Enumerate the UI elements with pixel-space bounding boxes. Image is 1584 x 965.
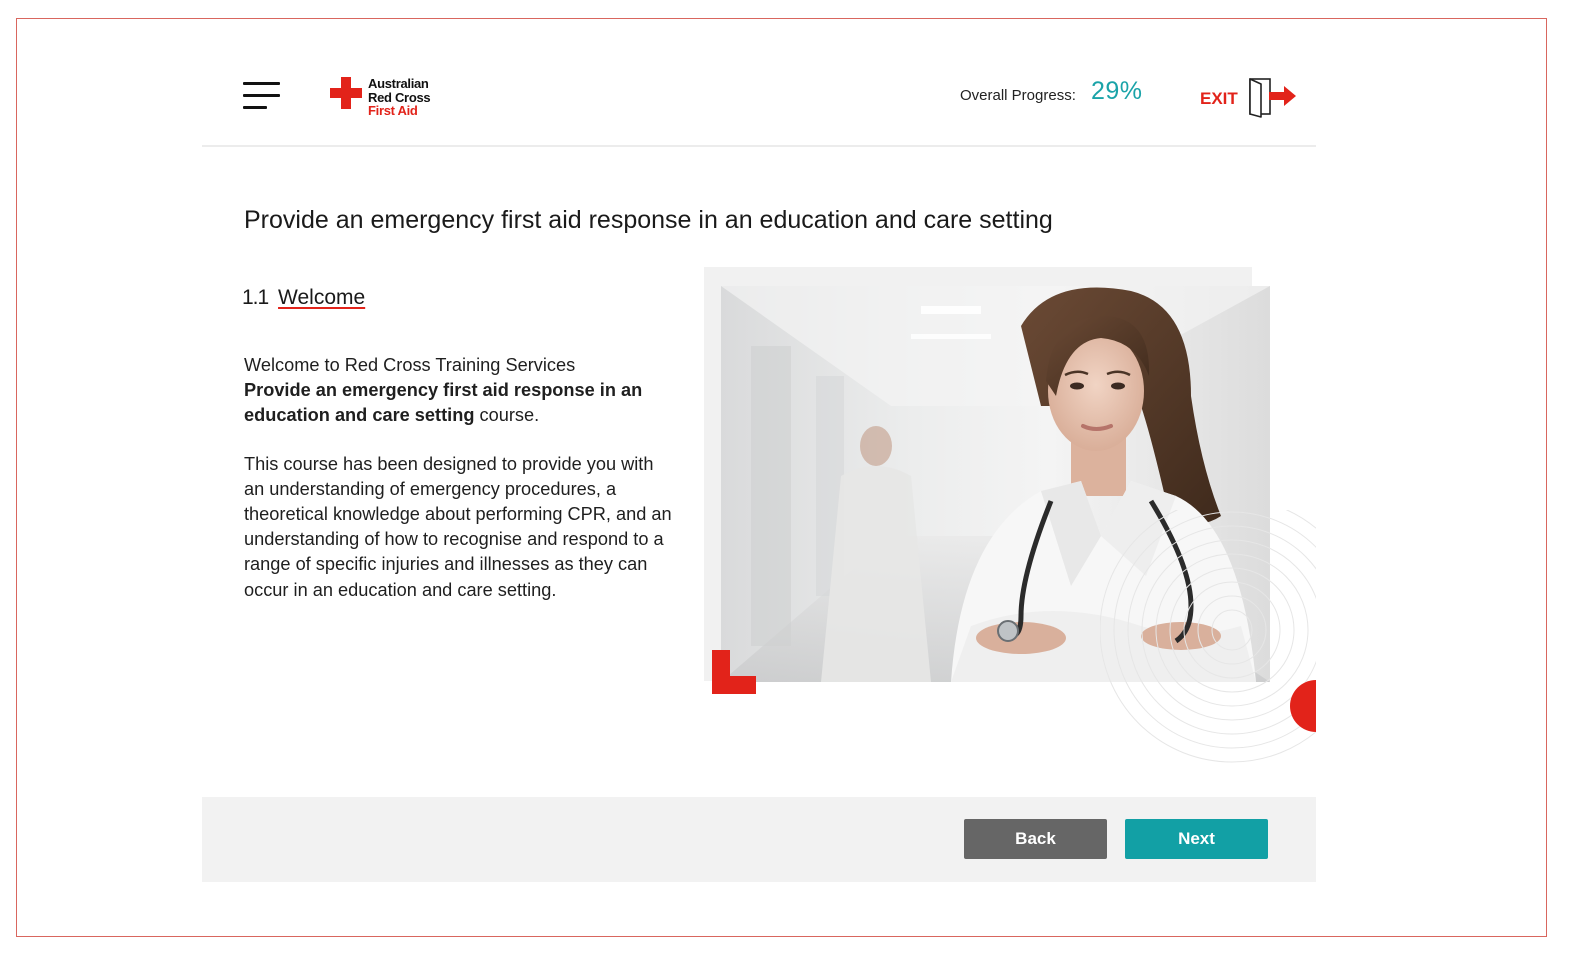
red-cross-logo: Australian Red Cross First Aid — [330, 76, 440, 122]
description-paragraph: This course has been designed to provide… — [244, 453, 672, 600]
next-button[interactable]: Next — [1125, 819, 1268, 859]
exit-button[interactable]: EXIT — [1199, 76, 1299, 120]
menu-icon-line — [243, 106, 267, 109]
menu-icon-line — [243, 82, 280, 85]
progress-value: 29% — [1091, 77, 1143, 105]
section-number: 1.1 — [242, 286, 269, 309]
body-text: Welcome to Red Cross Training Services P… — [244, 353, 674, 626]
back-button[interactable]: Back — [964, 819, 1107, 859]
course-name: Provide an emergency first aid response … — [244, 380, 643, 426]
course-suffix: course. — [474, 405, 540, 426]
decorative-corner-shape — [712, 650, 756, 694]
menu-icon[interactable] — [243, 82, 281, 112]
exit-label: EXIT — [1200, 89, 1238, 108]
section-title: Welcome — [278, 286, 366, 309]
progress-label: Overall Progress: — [960, 87, 1076, 104]
decorative-rings — [1100, 510, 1316, 763]
header-divider — [202, 145, 1316, 147]
logo-line-1: Australian — [368, 76, 429, 91]
logo-line-3: First Aid — [368, 103, 418, 118]
page-title: Provide an emergency first aid response … — [244, 206, 1053, 234]
menu-icon-line — [243, 94, 280, 97]
red-cross-icon — [330, 77, 362, 109]
intro-paragraph: Welcome to Red Cross Training Services P… — [244, 353, 674, 429]
section-heading: 1.1 Welcome — [242, 286, 365, 310]
exit-door-icon — [1249, 78, 1296, 118]
logo-line-2: Red Cross — [368, 89, 431, 105]
intro-line: Welcome to Red Cross Training Services — [244, 355, 576, 375]
